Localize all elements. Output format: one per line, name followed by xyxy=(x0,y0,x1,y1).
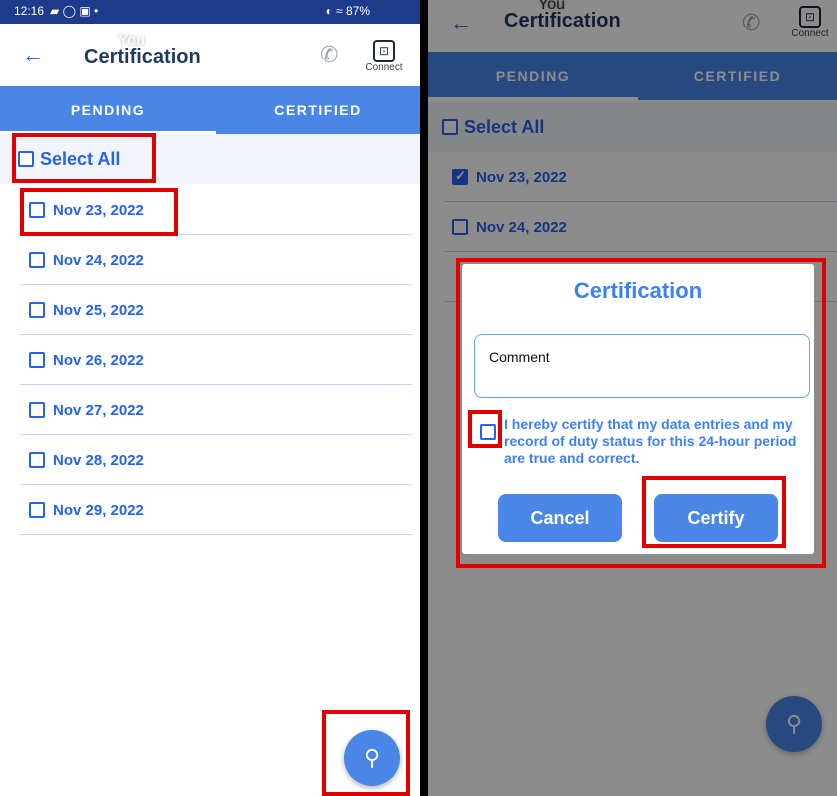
date-label: Nov 27, 2022 xyxy=(53,402,144,419)
status-time: 12:16 xyxy=(14,4,45,18)
date-row[interactable]: Nov 26, 2022 xyxy=(0,335,420,385)
right-screen: ← Certification You ✆ ⊡ Connect PENDING … xyxy=(428,0,837,796)
stamp-icon: ⚲ xyxy=(363,745,381,770)
connect-button[interactable]: ⊡ Connect xyxy=(362,40,406,73)
certification-dialog: Certification Comment I hereby certify t… xyxy=(462,264,814,554)
date-label: Nov 28, 2022 xyxy=(53,452,144,469)
certify-button[interactable]: Certify xyxy=(654,494,778,542)
comment-input[interactable]: Comment xyxy=(474,334,810,398)
phone-icon[interactable]: ✆ xyxy=(320,42,338,68)
date-checkbox[interactable] xyxy=(29,252,45,268)
certify-agreement-checkbox[interactable] xyxy=(480,424,496,440)
date-checkbox[interactable] xyxy=(29,402,45,418)
connect-icon: ⊡ xyxy=(373,40,395,62)
back-arrow-icon[interactable]: ← xyxy=(22,42,44,68)
date-label: Nov 29, 2022 xyxy=(53,502,144,519)
date-row[interactable]: Nov 23, 2022 xyxy=(0,185,420,235)
status-bar: 12:16 ▰ ◯ ▣ • ◐ ≈ 87% xyxy=(0,0,420,24)
left-screen: 12:16 ▰ ◯ ▣ • ◐ ≈ 87% ← Certification Yo… xyxy=(0,0,420,796)
date-label: Nov 26, 2022 xyxy=(53,352,144,369)
date-checkbox[interactable] xyxy=(29,352,45,368)
connect-label: Connect xyxy=(365,62,403,73)
tab-bar: PENDING CERTIFIED xyxy=(0,86,420,134)
date-label: Nov 23, 2022 xyxy=(53,202,144,219)
status-battery: ◐ ≈ 87% xyxy=(325,4,370,18)
row-divider xyxy=(20,534,412,535)
select-all-row[interactable]: Select All xyxy=(0,134,420,184)
cancel-button[interactable]: Cancel xyxy=(498,494,622,542)
date-row[interactable]: Nov 27, 2022 xyxy=(0,385,420,435)
certify-statement: I hereby certify that my data entries an… xyxy=(504,416,797,466)
tab-certified[interactable]: CERTIFIED xyxy=(216,86,420,134)
app-header: ← Certification You ✆ ⊡ Connect xyxy=(0,24,420,86)
dialog-title: Certification xyxy=(573,278,703,303)
date-checkbox[interactable] xyxy=(29,452,45,468)
tab-pending[interactable]: PENDING xyxy=(0,86,216,134)
certify-fab-button[interactable]: ⚲ xyxy=(344,730,400,786)
select-all-label: Select All xyxy=(40,149,121,169)
date-row[interactable]: Nov 25, 2022 xyxy=(0,285,420,335)
date-checkbox[interactable] xyxy=(29,502,45,518)
you-label: You xyxy=(118,32,145,49)
comment-placeholder: Comment xyxy=(489,349,550,365)
date-label: Nov 24, 2022 xyxy=(53,252,144,269)
date-checkbox[interactable] xyxy=(29,202,45,218)
status-notification-icons: ▰ ◯ ▣ • xyxy=(50,4,99,18)
date-row[interactable]: Nov 24, 2022 xyxy=(0,235,420,285)
date-row[interactable]: Nov 28, 2022 xyxy=(0,435,420,485)
date-row[interactable]: Nov 29, 2022 xyxy=(0,485,420,535)
select-all-checkbox[interactable] xyxy=(18,151,34,167)
date-checkbox[interactable] xyxy=(29,302,45,318)
date-label: Nov 25, 2022 xyxy=(53,302,144,319)
